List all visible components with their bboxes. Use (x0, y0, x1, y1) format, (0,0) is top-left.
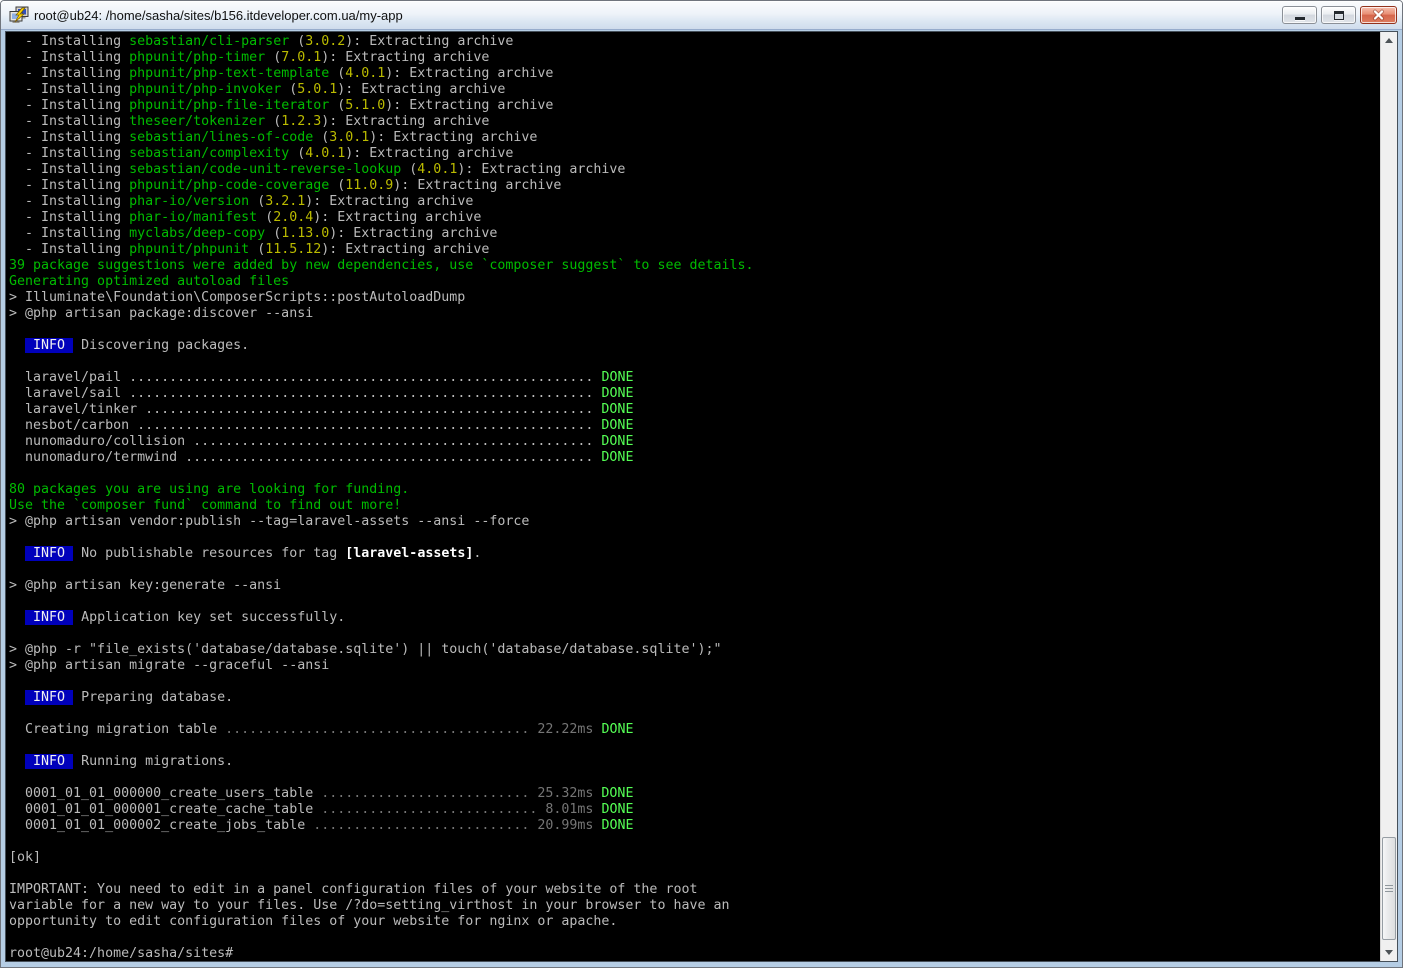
arrow-down-icon (1385, 950, 1393, 955)
shell-prompt: root@ub24:/home/sasha/sites# (9, 946, 1380, 961)
terminal-line (9, 674, 1380, 690)
close-button[interactable] (1360, 6, 1397, 24)
terminal-line: - Installing phpunit/phpunit (11.5.12): … (9, 242, 1380, 258)
terminal-line: > @php -r "file_exists('database/databas… (9, 642, 1380, 658)
terminal-line: INFO Running migrations. (9, 754, 1380, 770)
terminal-line: 0001_01_01_000001_create_cache_table ...… (9, 802, 1380, 818)
terminal-line: - Installing sebastian/complexity (4.0.1… (9, 146, 1380, 162)
scrollbar[interactable] (1380, 32, 1397, 961)
terminal-line: - Installing phpunit/php-file-iterator (… (9, 98, 1380, 114)
window-content: - Installing sebastian/cli-parser (3.0.2… (5, 31, 1398, 962)
terminal-line: Use the `composer fund` command to find … (9, 498, 1380, 514)
terminal-line: - Installing theseer/tokenizer (1.2.3): … (9, 114, 1380, 130)
terminal-line: - Installing phar-io/version (3.2.1): Ex… (9, 194, 1380, 210)
maximize-icon (1334, 11, 1344, 20)
terminal-line (9, 594, 1380, 610)
terminal-line: laravel/tinker .........................… (9, 402, 1380, 418)
terminal-line: INFO Application key set successfully. (9, 610, 1380, 626)
maximize-button[interactable] (1321, 6, 1356, 24)
terminal-line: nesbot/carbon ..........................… (9, 418, 1380, 434)
terminal-line (9, 562, 1380, 578)
terminal-line: Creating migration table ...............… (9, 722, 1380, 738)
terminal-line: > @php artisan vendor:publish --tag=lara… (9, 514, 1380, 530)
terminal-line (9, 354, 1380, 370)
scrollbar-thumb[interactable] (1382, 837, 1396, 940)
terminal-line: nunomaduro/collision ...................… (9, 434, 1380, 450)
terminal-line: > @php artisan package:discover --ansi (9, 306, 1380, 322)
terminal-line (9, 322, 1380, 338)
terminal-line (9, 930, 1380, 946)
terminal-line (9, 466, 1380, 482)
terminal-line: - Installing myclabs/deep-copy (1.13.0):… (9, 226, 1380, 242)
terminal-line: - Installing phpunit/php-text-template (… (9, 66, 1380, 82)
minimize-icon (1295, 17, 1305, 20)
terminal-line: > Illuminate\Foundation\ComposerScripts:… (9, 290, 1380, 306)
terminal-line (9, 706, 1380, 722)
titlebar[interactable]: root@ub24: /home/sasha/sites/b156.itdeve… (1, 1, 1402, 30)
terminal-line: INFO No publishable resources for tag [l… (9, 546, 1380, 562)
terminal-line: - Installing phpunit/php-invoker (5.0.1)… (9, 82, 1380, 98)
terminal-line: variable for a new way to your files. Us… (9, 898, 1380, 914)
putty-icon[interactable] (9, 6, 29, 24)
terminal-line: > @php artisan key:generate --ansi (9, 578, 1380, 594)
minimize-button[interactable] (1282, 6, 1317, 24)
terminal-line: - Installing sebastian/cli-parser (3.0.2… (9, 34, 1380, 50)
terminal-line: laravel/pail ...........................… (9, 370, 1380, 386)
terminal-line: - Installing phpunit/php-code-coverage (… (9, 178, 1380, 194)
arrow-up-icon (1385, 38, 1393, 43)
window-title: root@ub24: /home/sasha/sites/b156.itdeve… (34, 8, 1274, 23)
terminal-line: [ok] (9, 850, 1380, 866)
terminal-line (9, 770, 1380, 786)
window-controls (1282, 6, 1397, 24)
terminal-line: - Installing phar-io/manifest (2.0.4): E… (9, 210, 1380, 226)
terminal-line: opportunity to edit configuration files … (9, 914, 1380, 930)
scroll-up-button[interactable] (1381, 32, 1397, 49)
terminal-output[interactable]: - Installing sebastian/cli-parser (3.0.2… (6, 32, 1380, 961)
terminal-line: 0001_01_01_000000_create_users_table ...… (9, 786, 1380, 802)
terminal-line (9, 530, 1380, 546)
terminal-line: 39 package suggestions were added by new… (9, 258, 1380, 274)
putty-window: root@ub24: /home/sasha/sites/b156.itdeve… (0, 0, 1403, 968)
terminal-line: nunomaduro/termwind ....................… (9, 450, 1380, 466)
terminal-line (9, 834, 1380, 850)
terminal-line: - Installing phpunit/php-timer (7.0.1): … (9, 50, 1380, 66)
terminal-line: INFO Preparing database. (9, 690, 1380, 706)
terminal-line (9, 626, 1380, 642)
terminal-line (9, 738, 1380, 754)
scroll-down-button[interactable] (1381, 944, 1397, 961)
terminal-line: > @php artisan migrate --graceful --ansi (9, 658, 1380, 674)
terminal-line: 0001_01_01_000002_create_jobs_table ....… (9, 818, 1380, 834)
terminal-line: - Installing sebastian/code-unit-reverse… (9, 162, 1380, 178)
terminal-line: 80 packages you are using are looking fo… (9, 482, 1380, 498)
scrollbar-grip-icon (1385, 885, 1393, 893)
close-icon (1372, 9, 1385, 21)
terminal-line: IMPORTANT: You need to edit in a panel c… (9, 882, 1380, 898)
terminal-line: - Installing sebastian/lines-of-code (3.… (9, 130, 1380, 146)
terminal-line (9, 866, 1380, 882)
terminal-line: INFO Discovering packages. (9, 338, 1380, 354)
terminal-line: laravel/sail ...........................… (9, 386, 1380, 402)
terminal-line: Generating optimized autoload files (9, 274, 1380, 290)
